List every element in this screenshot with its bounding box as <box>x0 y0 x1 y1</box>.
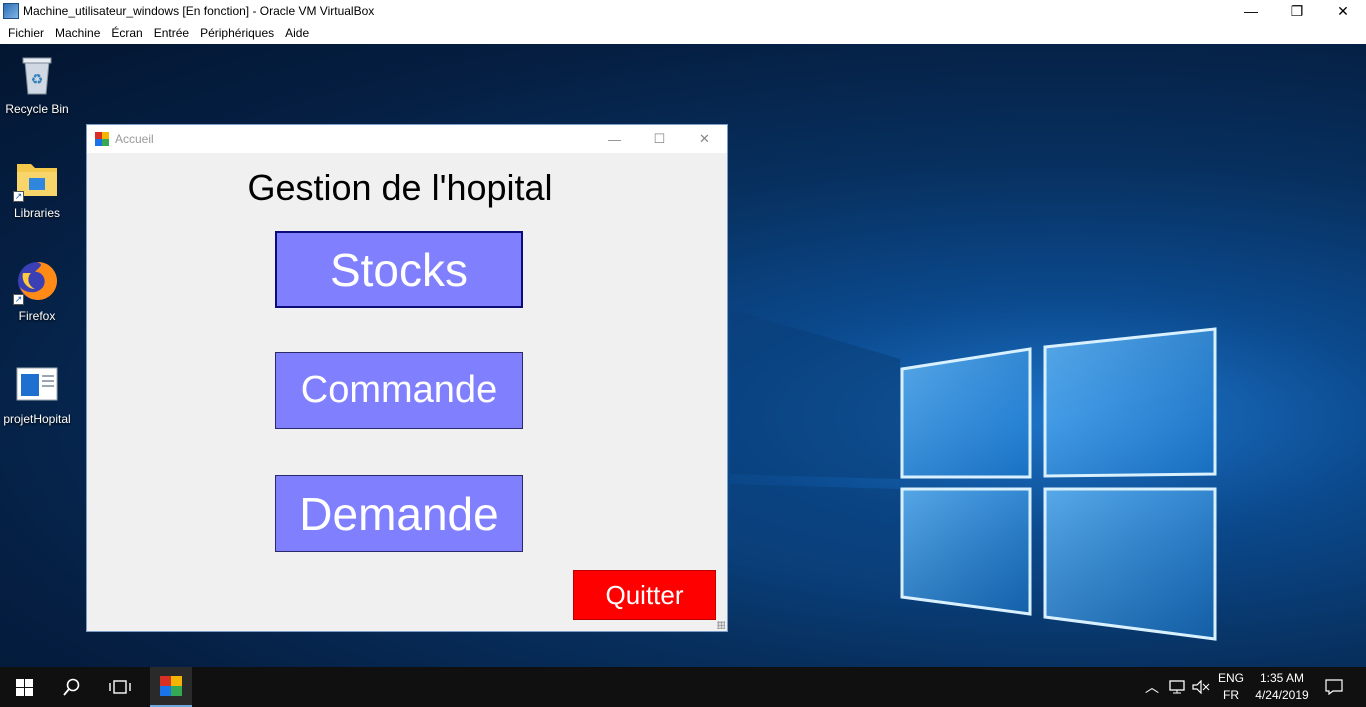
desktop-icon-recycle-bin[interactable]: ♻ Recycle Bin <box>0 52 74 116</box>
app-window-title: Accueil <box>115 132 154 146</box>
commande-button[interactable]: Commande <box>275 352 523 429</box>
taskbar-app-accueil[interactable] <box>150 667 192 707</box>
clock[interactable]: 1:35 AM 4/24/2019 <box>1250 670 1314 704</box>
app-window-icon <box>95 132 109 146</box>
restore-button[interactable]: ❐ <box>1274 0 1320 22</box>
windows-start-icon <box>15 678 33 696</box>
shortcut-arrow-icon: ↗ <box>13 191 24 202</box>
action-center-button[interactable] <box>1320 667 1348 707</box>
menu-aide[interactable]: Aide <box>281 26 316 40</box>
show-hidden-icons-chevron-icon[interactable]: ︿ <box>1142 667 1162 707</box>
language-code: ENG <box>1217 671 1244 685</box>
network-icon[interactable] <box>1166 667 1188 707</box>
host-menu-bar: Fichier Machine Écran Entrée Périphériqu… <box>0 22 1366 44</box>
taskbar: ︿ ENG FR 1:35 AM 4/24/2019 <box>0 667 1366 707</box>
volume-muted-icon[interactable] <box>1190 667 1212 707</box>
app-title-bar: Accueil — ☐ ✕ <box>87 125 727 153</box>
quit-button[interactable]: Quitter <box>573 570 716 620</box>
menu-ecran[interactable]: Écran <box>107 26 149 40</box>
task-view-icon <box>109 680 131 694</box>
app-shortcut-icon <box>15 362 59 406</box>
virtualbox-icon <box>3 3 19 19</box>
recycle-bin-icon: ♻ <box>15 52 59 96</box>
folder-icon: ↗ <box>13 156 59 202</box>
desktop-icon-label: Firefox <box>18 309 56 323</box>
host-window-controls: — ❐ ✕ <box>1228 0 1366 22</box>
menu-entree[interactable]: Entrée <box>150 26 196 40</box>
desktop-icon-projethopital[interactable]: projetHopital <box>0 362 74 426</box>
menu-fichier[interactable]: Fichier <box>4 26 51 40</box>
app-close-button[interactable]: ✕ <box>682 125 727 153</box>
windows-logo-wallpaper <box>730 309 1217 641</box>
menu-machine[interactable]: Machine <box>51 26 107 40</box>
search-button[interactable] <box>48 667 96 707</box>
clock-date: 4/24/2019 <box>1255 688 1309 702</box>
demande-button[interactable]: Demande <box>275 475 523 552</box>
desktop-icon-label: Recycle Bin <box>5 102 69 116</box>
desktop-icon-libraries[interactable]: ↗ Libraries <box>0 156 74 220</box>
clock-time: 1:35 AM <box>1259 671 1305 685</box>
app-window-icon <box>160 676 182 696</box>
keyboard-layout: FR <box>1223 688 1239 702</box>
language-indicator[interactable]: ENG FR <box>1214 670 1248 704</box>
guest-desktop: ♻ Recycle Bin ↗ Libraries ↗ Firefox proj… <box>0 44 1366 667</box>
app-minimize-button[interactable]: — <box>592 125 637 153</box>
notification-icon <box>1325 679 1343 695</box>
desktop-icon-label: projetHopital <box>3 412 71 426</box>
stocks-button[interactable]: Stocks <box>275 231 523 308</box>
page-title: Gestion de l'hopital <box>247 167 553 208</box>
host-title-bar: Machine_utilisateur_windows [En fonction… <box>0 0 1366 22</box>
task-view-button[interactable] <box>96 667 144 707</box>
svg-text:♻: ♻ <box>31 71 44 87</box>
desktop-icon-label: Libraries <box>13 206 61 220</box>
desktop-icon-firefox[interactable]: ↗ Firefox <box>0 259 74 323</box>
menu-peripheriques[interactable]: Périphériques <box>196 26 281 40</box>
firefox-icon: ↗ <box>13 259 59 305</box>
shortcut-arrow-icon: ↗ <box>13 294 24 305</box>
app-window-controls: — ☐ ✕ <box>592 125 727 153</box>
close-button[interactable]: ✕ <box>1320 0 1366 22</box>
accueil-window: Accueil — ☐ ✕ Gestion de l'hopital Stock… <box>86 124 728 632</box>
resize-grip-icon[interactable] <box>717 621 725 629</box>
start-button[interactable] <box>0 667 48 707</box>
app-maximize-button[interactable]: ☐ <box>637 125 682 153</box>
host-window-title: Machine_utilisateur_windows [En fonction… <box>23 4 375 18</box>
minimize-button[interactable]: — <box>1228 0 1274 22</box>
search-icon <box>63 678 80 696</box>
